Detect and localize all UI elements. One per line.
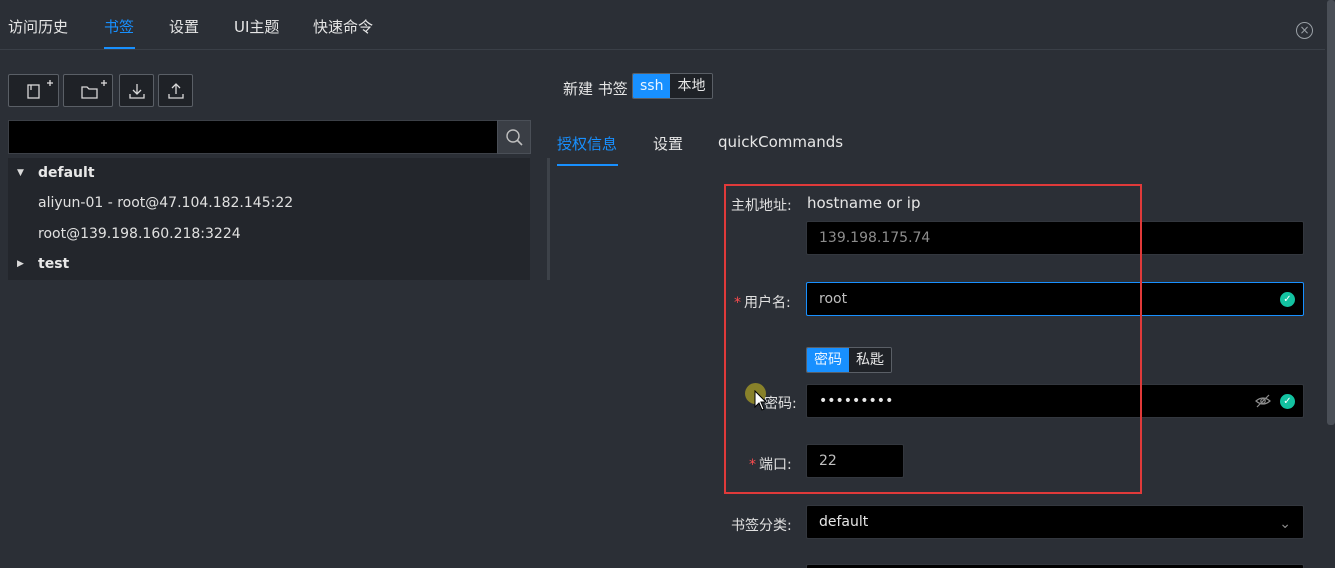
chevron-down-icon: ⌄ [1279,516,1291,532]
editor-title: 新建 书签 [563,80,628,98]
tab-ui-theme[interactable]: UI主题 [234,16,279,37]
active-subtab-indicator [557,164,618,166]
tree-group-default[interactable]: ▼ default [8,158,530,188]
bookmark-search-input[interactable] [8,120,498,154]
search-button[interactable] [497,120,531,154]
tree-item[interactable]: root@139.198.160.218:3224 [8,219,530,249]
tree-scrollbar[interactable] [547,158,550,280]
caret-down-icon[interactable]: ▼ [17,158,24,188]
tree-item[interactable]: aliyun-01 - root@47.104.182.145:22 [8,188,530,218]
check-circle-icon: ✓ [1280,394,1295,409]
tree-group-test[interactable]: ▶ test [8,249,530,279]
tree-group-label: default [38,165,95,181]
tree-item-label: aliyun-01 - root@47.104.182.145:22 [38,195,294,211]
new-folder-icon [81,80,107,99]
type-ssh-button[interactable]: ssh [633,74,671,98]
tab-settings[interactable]: 设置 [169,16,199,37]
import-button[interactable] [119,74,154,107]
import-icon [129,84,145,99]
export-button[interactable] [158,74,193,107]
tab-quick-commands[interactable]: 快速命令 [313,16,373,37]
tree-group-label: test [38,256,70,272]
new-bookmark-button[interactable] [8,74,59,107]
eye-invisible-icon[interactable] [1255,393,1271,409]
tab-quick-commands-editor[interactable]: quickCommands [718,133,843,151]
mouse-cursor-icon [754,390,768,411]
close-icon[interactable]: × [1296,22,1313,39]
search-icon [506,129,523,146]
type-local-button[interactable]: 本地 [670,74,713,98]
tree-item-label: root@139.198.160.218:3224 [38,226,241,242]
new-folder-button[interactable] [63,74,113,107]
top-tab-bar: 访问历史 书签 设置 UI主题 快速命令 [0,0,1325,50]
export-icon [168,83,184,99]
check-circle-icon: ✓ [1280,292,1295,307]
highlight-annotation-box [724,184,1142,494]
bookmark-type-toggle: ssh 本地 [632,73,714,99]
caret-right-icon[interactable]: ▶ [17,249,24,279]
tab-auth-info[interactable]: 授权信息 [557,133,617,154]
scrollbar-thumb[interactable] [1327,0,1335,425]
category-select-value: default [819,514,869,530]
next-field-input[interactable] [806,564,1304,568]
active-tab-indicator [104,47,135,49]
new-bookmark-icon [27,80,53,99]
category-label: 书签分类: [731,518,792,534]
tab-history[interactable]: 访问历史 [8,16,68,37]
tab-bookmarks[interactable]: 书签 [104,16,134,37]
tab-bookmark-settings[interactable]: 设置 [653,133,683,154]
bookmark-tree: ▼ default aliyun-01 - root@47.104.182.14… [8,158,530,280]
bookmark-manager: 访问历史 书签 设置 UI主题 快速命令 × ▼ default aliyun-… [0,0,1335,568]
category-select[interactable]: default ⌄ [806,505,1304,539]
